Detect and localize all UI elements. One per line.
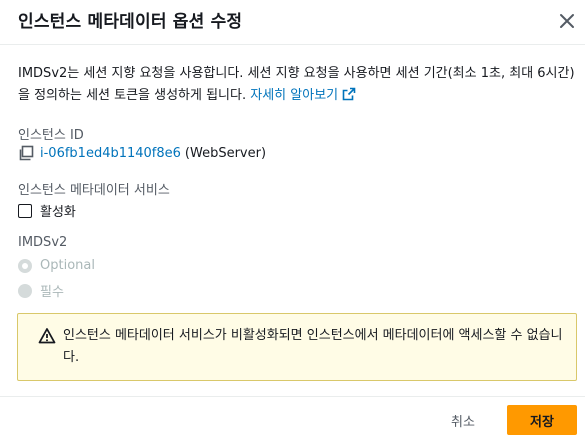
instance-name: (WebServer) [184,145,267,161]
optional-radio-label: Optional [40,258,95,273]
imdsv2-option-required[interactable]: 필수 [18,281,64,300]
warning-icon [38,327,56,345]
metadata-service-enable[interactable]: 활성화 [18,201,76,220]
external-link-icon [342,87,356,109]
warning-text: 인스턴스 메타데이터 서비스가 비활성화되면 인스턴스에서 메타데이터에 액세스… [63,328,563,365]
copy-icon[interactable] [18,145,34,161]
optional-radio[interactable] [18,258,32,273]
cancel-button[interactable]: 취소 [432,405,494,435]
warning-alert: 인스턴스 메타데이터 서비스가 비활성화되면 인스턴스에서 메타데이터에 액세스… [17,313,577,381]
modify-metadata-options-dialog: 인스턴스 메타데이터 옵션 수정 IMDSv2는 세션 지향 요청을 사용합니다… [0,0,585,443]
dialog-header: 인스턴스 메타데이터 옵션 수정 [0,0,585,45]
save-button[interactable]: 저장 [507,405,577,435]
learn-more-link[interactable]: 자세히 알아보기 [250,87,356,103]
instance-id-label: 인스턴스 ID [18,128,84,143]
metadata-service-label: 인스턴스 메타데이터 서비스 [18,183,170,198]
required-radio[interactable] [18,283,32,298]
dialog-footer: 취소 저장 [0,396,585,443]
imdsv2-label: IMDSv2 [18,235,68,250]
dialog-title: 인스턴스 메타데이터 옵션 수정 [18,12,243,32]
required-radio-label: 필수 [40,285,64,300]
instance-id-link[interactable]: i-06fb1ed4b1140f8e6 [40,146,181,161]
enable-checkbox[interactable] [18,203,32,218]
description: IMDSv2는 세션 지향 요청을 사용합니다. 세션 지향 요청을 사용하면 … [18,63,578,109]
close-icon[interactable] [556,10,578,32]
enable-checkbox-label: 활성화 [40,205,76,220]
instance-id-value: i-06fb1ed4b1140f8e6 (WebServer) [18,145,266,161]
imdsv2-option-optional[interactable]: Optional [18,258,95,273]
